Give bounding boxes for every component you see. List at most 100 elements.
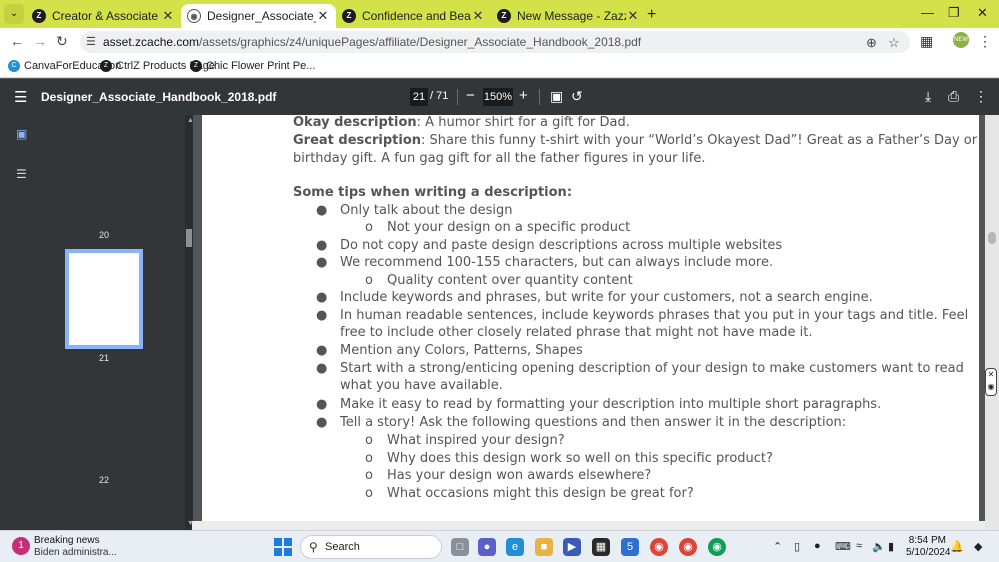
media-player-icon[interactable]: ▶	[563, 538, 581, 556]
page-thumbnail-21[interactable]	[65, 249, 143, 349]
close-icon[interactable]: ✕	[316, 8, 330, 24]
main-scroll-thumb[interactable]	[988, 232, 996, 244]
system-clock[interactable]: 8:54 PM 5/10/2024	[906, 535, 951, 559]
minecraft-icon[interactable]: ▦	[592, 538, 610, 556]
bullet-circle: o	[365, 273, 373, 288]
rotate-icon[interactable]: ↺	[571, 88, 583, 105]
teams-icon[interactable]: ●	[478, 538, 496, 556]
bullet-dot: ●	[316, 203, 328, 218]
site-info-icon[interactable]: ☰	[86, 35, 96, 48]
chrome-active-icon[interactable]: ◉	[708, 538, 726, 556]
profile-avatar[interactable]: NEW	[953, 32, 969, 48]
address-bar[interactable]: ☰ asset.zcache.com/assets/graphics/z4/un…	[80, 31, 910, 53]
back-icon[interactable]: ←	[10, 33, 24, 49]
list-item: Do not copy and paste design description…	[340, 238, 783, 253]
edge-icon[interactable]: e	[506, 538, 524, 556]
thumbnail-label: 21	[98, 353, 109, 363]
bookmarks-bar: C CanvaForEducation Z CtrlZ Products Pag…	[0, 56, 999, 78]
toolbar-divider	[539, 89, 540, 105]
fit-page-icon[interactable]: ▣	[550, 88, 563, 105]
new-tab-button[interactable]: +	[647, 6, 656, 24]
notification-bell-icon[interactable]: 🔔	[950, 540, 964, 553]
restore-button[interactable]: ❐	[948, 5, 960, 21]
zazzle-icon: Z	[190, 60, 202, 72]
bookmark-star-icon[interactable]: ☆	[888, 35, 900, 51]
taskbar-search[interactable]: ⚲ Search	[300, 535, 442, 559]
bullet-dot: ●	[316, 238, 328, 253]
print-icon[interactable]: ⎙	[948, 88, 959, 105]
side-panel-widget[interactable]: ✕ ◉	[985, 368, 997, 396]
more-menu-icon[interactable]: ⋮	[978, 33, 992, 50]
tab-designer-handbook[interactable]: ◉ Designer_Associate_Handbook ✕	[181, 4, 336, 28]
bullet-dot: ●	[316, 343, 328, 358]
sidebar-scroll-thumb[interactable]	[186, 229, 192, 247]
minimize-button[interactable]: —	[921, 5, 934, 20]
calendar-app-icon[interactable]: 5	[621, 538, 639, 556]
chrome-profile-icon[interactable]: ◉	[679, 538, 697, 556]
tab-title: New Message - Zazzle	[517, 9, 626, 23]
tab-creator-handbook[interactable]: Z Creator & Associate Handbook ✕	[26, 4, 181, 28]
news-subtitle[interactable]: Biden administra...	[34, 547, 117, 558]
news-widget-icon[interactable]: 1	[12, 537, 30, 555]
close-icon[interactable]: ✕	[161, 8, 175, 24]
tray-app-icon[interactable]: ●	[814, 540, 821, 552]
list-item: Not your design on a specific product	[387, 220, 631, 235]
tab-new-message[interactable]: Z New Message - Zazzle ✕	[491, 4, 646, 28]
okay-description-line: Okay description: A humor shirt for a gi…	[293, 115, 630, 131]
network-icon[interactable]: ≈	[856, 540, 862, 552]
close-icon[interactable]: ✕	[471, 8, 485, 24]
scroll-up-arrow[interactable]: ▲	[187, 117, 194, 124]
usb-icon[interactable]: ▯	[794, 540, 800, 553]
list-item-continued: free to include other closely related ph…	[340, 325, 813, 340]
zoom-out-button[interactable]: −	[466, 87, 475, 104]
menu-icon[interactable]: ☰	[14, 88, 27, 106]
bullet-dot: ●	[316, 361, 328, 376]
window-close-button[interactable]: ✕	[977, 5, 988, 21]
zoom-icon[interactable]: ⊕	[866, 35, 877, 51]
bullet-circle: o	[365, 468, 373, 483]
pdf-toolbar: ☰ Designer_Associate_Handbook_2018.pdf 2…	[0, 79, 999, 115]
sidebar-scrollbar[interactable]	[185, 115, 193, 530]
bullet-dot: ●	[316, 415, 328, 430]
tray-overflow-icon[interactable]: ⌃	[773, 540, 782, 553]
main-scrollbar[interactable]	[985, 115, 999, 530]
bullet-dot: ●	[316, 308, 328, 323]
task-view-icon[interactable]: □	[451, 538, 469, 556]
bookmark-chic-flower[interactable]: Z Chic Flower Print Pe...	[190, 60, 315, 72]
thumbnails-icon[interactable]: ▣	[16, 127, 27, 141]
volume-icon[interactable]: 🔈	[872, 540, 886, 553]
file-explorer-icon[interactable]: ■	[535, 538, 553, 556]
outline-icon[interactable]: ☰	[16, 167, 27, 181]
great-label: Great description	[293, 133, 422, 148]
horizontal-scrollbar[interactable]	[192, 521, 985, 530]
tab-confidence-beauty[interactable]: Z Confidence and Beauty Positive ✕	[336, 4, 491, 28]
forward-icon[interactable]: →	[33, 33, 47, 49]
keyboard-icon[interactable]: ⌨	[835, 540, 851, 553]
tab-title: Designer_Associate_Handbook	[207, 9, 316, 23]
battery-icon[interactable]: ▮	[888, 540, 894, 553]
page-number-input[interactable]: 21	[410, 88, 428, 106]
list-item: Mention any Colors, Patterns, Shapes	[340, 343, 583, 358]
zoom-level-input[interactable]: 150%	[483, 88, 513, 106]
bullet-circle: o	[365, 451, 373, 466]
more-options-icon[interactable]: ⋮	[974, 88, 988, 105]
tab-search-button[interactable]: ⌄	[4, 4, 24, 24]
url-text[interactable]: asset.zcache.com/assets/graphics/z4/uniq…	[103, 35, 641, 49]
close-icon[interactable]: ✕	[626, 8, 640, 24]
download-icon[interactable]: ⤓	[925, 88, 931, 105]
list-item: Include keywords and phrases, but write …	[340, 290, 873, 305]
windows-start-icon[interactable]	[274, 538, 292, 556]
reload-icon[interactable]: ↻	[56, 33, 68, 50]
zoom-in-button[interactable]: +	[519, 87, 528, 104]
copilot-icon[interactable]: ◆	[974, 540, 982, 553]
bullet-circle: o	[365, 220, 373, 235]
canva-icon: C	[8, 60, 20, 72]
bookmark-label: Chic Flower Print Pe...	[206, 60, 316, 72]
list-item: What inspired your design?	[387, 433, 565, 448]
list-item: Start with a strong/enticing opening des…	[340, 361, 964, 376]
extensions-icon[interactable]: ▦	[920, 33, 933, 50]
okay-text: : A humor shirt for a gift for Dad.	[416, 115, 630, 130]
news-title[interactable]: Breaking news	[34, 535, 100, 546]
chrome-icon[interactable]: ◉	[650, 538, 668, 556]
search-icon: ⚲	[309, 540, 318, 554]
